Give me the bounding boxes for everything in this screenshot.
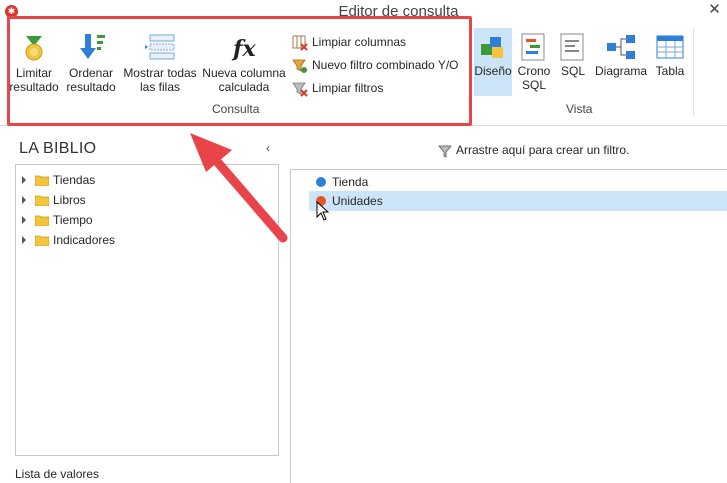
dimension-dot-icon	[316, 176, 326, 187]
clear-filters-label: Limpiar filtros	[312, 81, 384, 95]
sql-chrono-icon	[521, 33, 545, 61]
field-label: Tienda	[332, 175, 369, 189]
combined-filter-icon	[292, 59, 307, 73]
filter-hint-text: Arrastre aquí para crear un filtro.	[456, 143, 630, 157]
expand-arrow-icon[interactable]	[22, 235, 26, 244]
filter-drop-zone[interactable]: Arrastre aquí para crear un filtro.	[438, 143, 629, 158]
table-label: Tabla	[655, 64, 685, 78]
show-all-rows-button[interactable]: Mostrar todas las filas	[121, 32, 199, 94]
sort-icon	[80, 34, 105, 59]
folder-icon	[35, 235, 49, 246]
new-column-label-1: Nueva columna	[202, 66, 286, 80]
clear-columns-button[interactable]: Limpiar columnas	[292, 32, 406, 52]
dimension-tree: Tiendas Libros Tiempo Indicadores	[15, 164, 279, 456]
tree-item-indicadores[interactable]: Indicadores	[22, 231, 115, 249]
selected-fields-panel: Tienda Unidades	[290, 169, 727, 483]
sql-view-button[interactable]: SQL	[556, 32, 590, 78]
folder-icon	[35, 215, 49, 226]
folder-icon	[35, 175, 49, 186]
sql-icon	[560, 33, 584, 61]
diagram-view-button[interactable]: Diagrama	[592, 32, 650, 78]
clear-columns-icon	[292, 35, 308, 51]
design-icon	[481, 37, 503, 58]
sql-chrono-label-1: Crono	[517, 64, 551, 78]
expand-arrow-icon[interactable]	[22, 215, 26, 224]
tree-item-label: Libros	[53, 193, 86, 207]
clear-filters-button[interactable]: Limpiar filtros	[292, 78, 383, 98]
ribbon: Limitar resultado Ordenar resultado Most…	[0, 24, 727, 126]
diagram-icon	[607, 35, 635, 59]
sql-chrono-label-2: SQL	[521, 78, 546, 92]
field-row-tienda[interactable]: Tienda	[309, 172, 727, 192]
tree-item-libros[interactable]: Libros	[22, 191, 86, 209]
sql-label: SQL	[560, 64, 585, 78]
table-icon	[656, 35, 684, 59]
new-combined-filter-button[interactable]: Nuevo filtro combinado Y/O	[292, 55, 459, 75]
folder-icon	[35, 195, 49, 206]
field-label: Unidades	[332, 194, 383, 208]
field-row-unidades[interactable]: Unidades	[309, 191, 727, 211]
expand-arrow-icon[interactable]	[22, 175, 26, 184]
expand-arrow-icon[interactable]	[22, 195, 26, 204]
tree-item-tiendas[interactable]: Tiendas	[22, 171, 95, 189]
window-title: Editor de consulta	[338, 3, 459, 20]
show-all-rows-label-1: Mostrar todas	[123, 66, 197, 80]
consulta-group-label: Consulta	[212, 102, 260, 116]
sort-result-label-2: resultado	[66, 80, 116, 94]
sort-result-label-1: Ordenar	[68, 66, 114, 80]
design-label: Diseño	[474, 64, 512, 78]
clear-columns-label: Limpiar columnas	[312, 35, 407, 49]
value-list-label: Lista de valores	[15, 467, 100, 481]
close-button[interactable]: ✕	[702, 0, 727, 22]
svg-text:fx: fx	[231, 36, 256, 62]
collapse-panel-button[interactable]: ‹	[266, 141, 270, 155]
new-column-label-2: calculada	[218, 80, 270, 94]
filter-icon	[438, 145, 452, 158]
tree-item-label: Indicadores	[53, 233, 116, 247]
title-bar: ✱ Editor de consulta ✕	[0, 0, 727, 24]
limit-result-button[interactable]: Limitar resultado	[8, 32, 60, 94]
sql-chrono-button[interactable]: Crono SQL	[514, 32, 554, 92]
limit-icon	[25, 36, 43, 61]
group-separator	[470, 28, 471, 116]
diagram-label: Diagrama	[594, 64, 648, 78]
function-icon: fx	[231, 36, 256, 62]
design-view-button[interactable]: Diseño	[474, 28, 512, 96]
vista-group-label: Vista	[566, 102, 593, 116]
sort-result-button[interactable]: Ordenar resultado	[64, 32, 118, 94]
combined-filter-label: Nuevo filtro combinado Y/O	[312, 58, 459, 72]
tree-item-label: Tiendas	[53, 173, 96, 187]
mouse-cursor-icon	[316, 201, 330, 221]
clear-filters-icon	[292, 82, 308, 97]
limit-result-label-2: resultado	[9, 80, 59, 94]
group-separator-2	[693, 28, 694, 116]
rows-icon	[145, 34, 175, 60]
new-calculated-column-button[interactable]: fx Nueva columna calculada	[201, 32, 287, 94]
panel-title: LA BIBLIO	[19, 140, 97, 157]
tree-item-tiempo[interactable]: Tiempo	[22, 211, 93, 229]
limit-result-label-1: Limitar	[15, 66, 52, 80]
table-view-button[interactable]: Tabla	[652, 32, 688, 78]
tree-item-label: Tiempo	[53, 213, 93, 227]
show-all-rows-label-2: las filas	[139, 80, 180, 94]
